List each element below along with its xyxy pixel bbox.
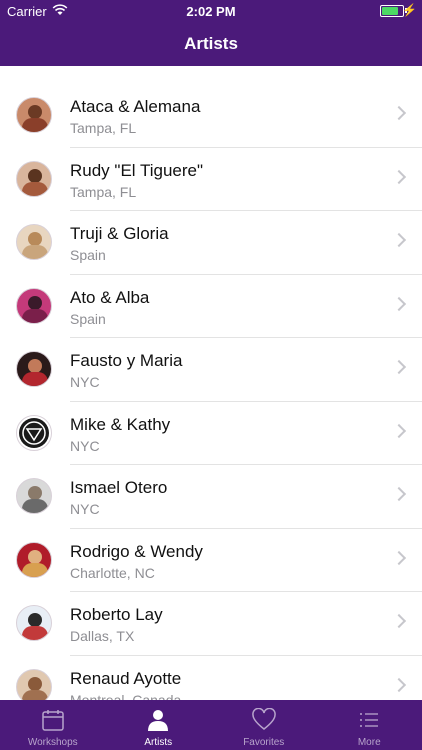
chevron-right-icon [391,613,407,629]
chevron-right-icon [391,550,407,565]
tab-bar: Workshops Artists Favorites More [0,700,422,750]
avatar [16,668,52,700]
status-time: 2:02 PM [186,4,236,19]
artist-list[interactable]: Ataca & Alemana Tampa, FL Rudy "El Tigue… [0,84,422,700]
artist-location: NYC [70,374,100,390]
calendar-icon [0,708,106,732]
chevron-right-icon [391,169,407,184]
artist-location: Spain [70,310,106,327]
artist-name: Ato & Alba [70,287,150,307]
avatar [16,287,52,324]
artist-location: NYC [70,437,100,454]
chevron-right-icon [391,296,407,311]
tab-label: Workshops [27,737,78,748]
heart-icon [211,707,317,732]
artist-location: Tampa, FL [70,120,137,136]
avatar [16,541,52,578]
avatar [16,224,52,260]
tab-label: Artists [144,737,173,748]
artist-name: Roberto Lay [70,605,163,624]
tab-artists[interactable]: Artists [106,700,212,750]
battery-icon [380,5,404,17]
artist-row[interactable]: Ismael Otero NYC [0,465,422,529]
artist-location: Spain [70,247,106,263]
artist-location: Montreal, Canada [70,691,182,701]
artist-name: Truji & Gloria [70,224,169,243]
chevron-right-icon [391,486,407,502]
chevron-right-icon [391,677,407,692]
tab-label: More [357,737,381,748]
avatar [16,97,52,133]
artist-name: Ataca & Alemana [70,97,201,116]
artist-name: Ismael Otero [70,478,168,497]
tab-favorites[interactable]: Favorites [211,700,317,750]
chevron-right-icon [391,232,407,248]
artist-location: Dallas, TX [70,628,135,644]
artist-row[interactable]: Rudy "El Tiguere" Tampa, FL [0,148,422,212]
navigation-bar: Artists [0,22,422,66]
charging-icon: ⚡ [402,3,417,17]
artist-row[interactable]: Roberto Lay Dallas, TX [0,592,422,656]
artist-name: Renaud Ayotte [70,668,182,688]
person-icon [106,708,212,732]
artist-location: Charlotte, NC [70,564,155,581]
status-bar: Carrier 2:02 PM ⚡ [0,0,422,22]
chevron-right-icon [391,423,407,438]
artist-row[interactable]: Rodrigo & Wendy Charlotte, NC [0,529,422,593]
avatar [16,414,52,451]
page-title: Artists [184,34,238,53]
avatar [16,160,52,197]
artist-row[interactable]: Ataca & Alemana Tampa, FL [0,84,422,148]
tab-more[interactable]: More [317,700,422,750]
artist-row[interactable]: Mike & Kathy NYC [0,402,422,466]
artist-row[interactable]: Truji & Gloria Spain [0,211,422,275]
chevron-right-icon [391,105,407,121]
artist-row[interactable]: Ato & Alba Spain [0,275,422,339]
artist-location: Tampa, FL [70,183,137,200]
tab-label: Favorites [243,737,285,748]
avatar [16,478,52,514]
artist-name: Fausto y Maria [70,351,183,370]
tab-workshops[interactable]: Workshops [0,700,106,750]
artist-row[interactable]: Fausto y Maria NYC [0,338,422,402]
artist-location: NYC [70,501,100,517]
artist-name: Rodrigo & Wendy [70,541,203,561]
artist-name: Mike & Kathy [70,414,171,434]
artist-row[interactable]: Renaud Ayotte Montreal, Canada [0,656,422,701]
list-icon [317,708,422,732]
artist-name: Rudy "El Tiguere" [70,160,204,180]
avatar [16,351,52,387]
avatar [16,605,52,641]
chevron-right-icon [391,359,407,375]
